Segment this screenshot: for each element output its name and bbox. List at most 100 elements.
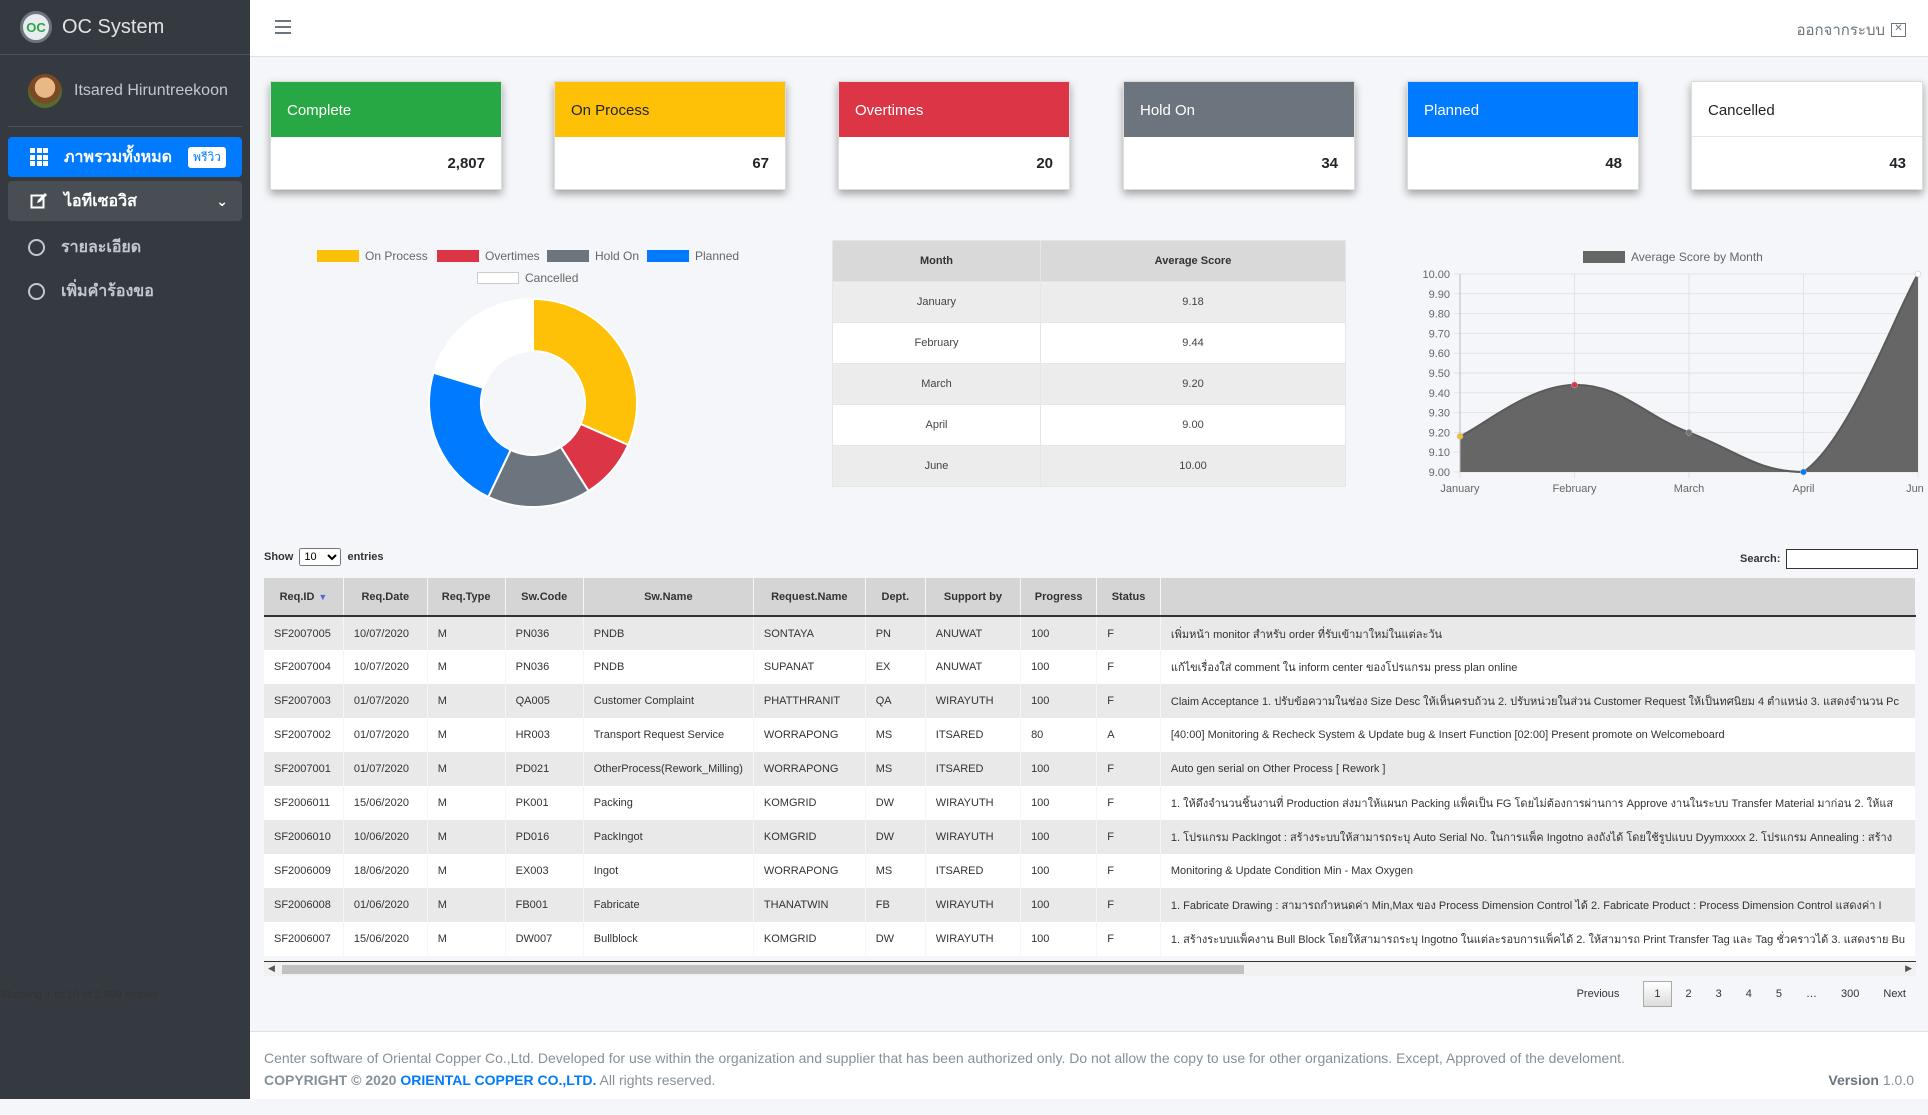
column-header[interactable]: Dept.: [865, 578, 926, 617]
table-row[interactable]: SF2006007 15/06/2020 M DW007 Bullblock KOMGRI…: [264, 922, 1916, 956]
table-row[interactable]: SF2006008 01/06/2020 M FB001 Fabricate THANAT…: [264, 888, 1916, 922]
user-panel[interactable]: Itsared Hiruntreekoon: [8, 55, 242, 127]
card-title: Cancelled: [1692, 82, 1922, 137]
table-cell: WORRAPONG: [753, 718, 866, 752]
legend-item[interactable]: Overtimes: [437, 249, 540, 263]
page-button[interactable]: 1: [1643, 981, 1672, 1007]
page-button[interactable]: 300: [1831, 981, 1869, 1007]
donut-slice-cancelled[interactable]: [432, 297, 534, 390]
table-row[interactable]: SF2007002 01/07/2020 M HR003 Transport Reque…: [264, 718, 1916, 752]
status-card-on-process[interactable]: On Process 67: [554, 81, 786, 190]
table-cell: WIRAYUTH: [925, 684, 1022, 718]
next-button[interactable]: Next: [1873, 981, 1916, 1007]
data-point-april[interactable]: [1800, 468, 1807, 476]
page-button[interactable]: …: [1796, 981, 1827, 1007]
page-button[interactable]: 2: [1676, 981, 1702, 1007]
table-row: June 10.00: [832, 445, 1346, 487]
column-header[interactable]: Req.Type: [427, 578, 506, 617]
table-cell: SF2006007: [264, 922, 344, 956]
table-row[interactable]: SF2006011 15/06/2020 M PK001 Packing KOMGRID D…: [264, 786, 1916, 820]
status-card-cancelled[interactable]: Cancelled 43: [1691, 81, 1923, 190]
y-tick-label: 10.00: [1422, 269, 1450, 281]
table-cell: 01/07/2020: [343, 718, 428, 752]
company-link[interactable]: ORIENTAL COPPER CO.,LTD.: [400, 1072, 596, 1088]
hamburger-menu-icon[interactable]: [275, 20, 291, 34]
horizontal-scrollbar[interactable]: ◀ ▶: [264, 962, 1916, 976]
column-header[interactable]: Sw.Code: [505, 578, 584, 617]
table-cell: WIRAYUTH: [925, 820, 1022, 854]
status-card-complete[interactable]: Complete 2,807: [270, 81, 502, 190]
table-cell: [40:00] Monitoring & Recheck System & Up…: [1160, 718, 1916, 752]
table-cell: HR003: [505, 718, 584, 752]
table-cell: WORRAPONG: [753, 854, 866, 888]
table-cell: 10/07/2020: [343, 616, 428, 650]
average-score-line-chart: Average Score by Month 10.00 9.90 9.80 9.70 9…: [1422, 250, 1924, 495]
brand[interactable]: OC OC System: [0, 0, 250, 55]
table-cell: SF2006008: [264, 888, 344, 922]
table-cell: KOMGRID: [753, 786, 866, 820]
scroll-right-icon[interactable]: ▶: [1905, 963, 1912, 974]
table-cell: SF2007002: [264, 718, 344, 752]
data-point-february[interactable]: [1571, 381, 1578, 389]
x-tick-label: March: [1674, 483, 1705, 495]
average-score-table: Month Average Score January 9.18 February…: [832, 240, 1346, 487]
table-row: March 9.20: [832, 363, 1346, 405]
page-button[interactable]: 5: [1766, 981, 1792, 1007]
data-point-march[interactable]: [1685, 429, 1693, 436]
status-card-planned[interactable]: Planned 48: [1407, 81, 1639, 190]
legend-item[interactable]: Hold On: [547, 249, 639, 263]
column-header[interactable]: Support by: [925, 578, 1022, 617]
page-button[interactable]: 4: [1736, 981, 1762, 1007]
rights-text: All rights reserved.: [599, 1072, 716, 1088]
donut-slice-on-process[interactable]: [532, 297, 638, 447]
search-input[interactable]: [1786, 549, 1919, 569]
table-row[interactable]: SF2006009 18/06/2020 M EX003 Ingot WORRAPONG M…: [264, 854, 1916, 888]
column-header[interactable]: Req.ID ▼: [264, 578, 344, 617]
status-card-hold-on[interactable]: Hold On 34: [1123, 81, 1355, 190]
table-cell: ITSARED: [925, 752, 1022, 786]
column-header[interactable]: Status: [1096, 578, 1161, 617]
sidebar-subitem-details[interactable]: รายละเอียด: [8, 225, 242, 269]
sidebar-nav: ภาพรวมทั้งหมด พรีวิว ไอทีเซอวิส ⌄ รายละเ…: [0, 127, 250, 313]
column-header[interactable]: Request.Name: [753, 578, 866, 617]
previous-button[interactable]: Previous: [1567, 981, 1630, 1007]
table-cell: PD016: [505, 820, 584, 854]
circle-icon: [28, 282, 45, 300]
score-cell: 9.00: [1040, 404, 1346, 446]
y-tick-label: 9.70: [1429, 328, 1450, 340]
table-cell: Ingot: [583, 854, 754, 888]
sidebar-item-overview[interactable]: ภาพรวมทั้งหมด พรีวิว: [8, 137, 242, 177]
table-cell: WORRAPONG: [753, 752, 866, 786]
entries-select[interactable]: 10: [299, 548, 342, 566]
data-point-june[interactable]: [1914, 270, 1922, 278]
sidebar-subitem-add-request[interactable]: เพิ่มคำร้องขอ: [8, 269, 242, 313]
page-button[interactable]: 3: [1706, 981, 1732, 1007]
column-header[interactable]: Sw.Name: [583, 578, 754, 617]
table-row[interactable]: SF2006010 10/06/2020 M PD016 PackIngot KOMGRI…: [264, 820, 1916, 854]
month-cell: March: [832, 363, 1041, 405]
table-row[interactable]: SF2007005 10/07/2020 M PN036 PNDB SONTAYA PN AN…: [264, 616, 1916, 650]
status-card-overtimes[interactable]: Overtimes 20: [838, 81, 1070, 190]
column-header[interactable]: [1160, 578, 1916, 617]
table-row[interactable]: SF2007004 10/07/2020 M PN036 PNDB SUPANAT EX AN…: [264, 650, 1916, 684]
logout-button[interactable]: ออกจากระบบ ✕: [1796, 18, 1906, 42]
table-row[interactable]: SF2007003 01/07/2020 M QA005 Customer Compla…: [264, 684, 1916, 718]
table-cell: M: [427, 650, 506, 684]
score-cell: 9.18: [1040, 281, 1346, 323]
close-box-icon: ✕: [1891, 23, 1906, 37]
sidebar-item-it-service[interactable]: ไอทีเซอวิส ⌄: [8, 181, 242, 221]
column-header[interactable]: Req.Date: [343, 578, 428, 617]
legend-item[interactable]: Planned: [647, 249, 739, 263]
legend-item[interactable]: On Process: [317, 249, 428, 263]
column-header-month: Month: [832, 240, 1041, 282]
column-header[interactable]: Progress: [1020, 578, 1098, 617]
requests-table-container: Req.ID ▼ Req.Date Req.Type Sw.Code Sw.Name Req…: [264, 578, 1916, 962]
legend-label: Planned: [695, 249, 740, 263]
table-row[interactable]: SF2007001 01/07/2020 M PD021 OtherProcess(Re…: [264, 752, 1916, 786]
scrollbar-thumb[interactable]: [282, 965, 1244, 974]
table-cell: M: [427, 786, 506, 820]
table-cell: Transport Request Service: [583, 718, 754, 752]
legend-swatch: [1583, 251, 1625, 263]
scroll-left-icon[interactable]: ◀: [268, 963, 275, 974]
chart-legend-label[interactable]: Average Score by Month: [1631, 250, 1763, 264]
